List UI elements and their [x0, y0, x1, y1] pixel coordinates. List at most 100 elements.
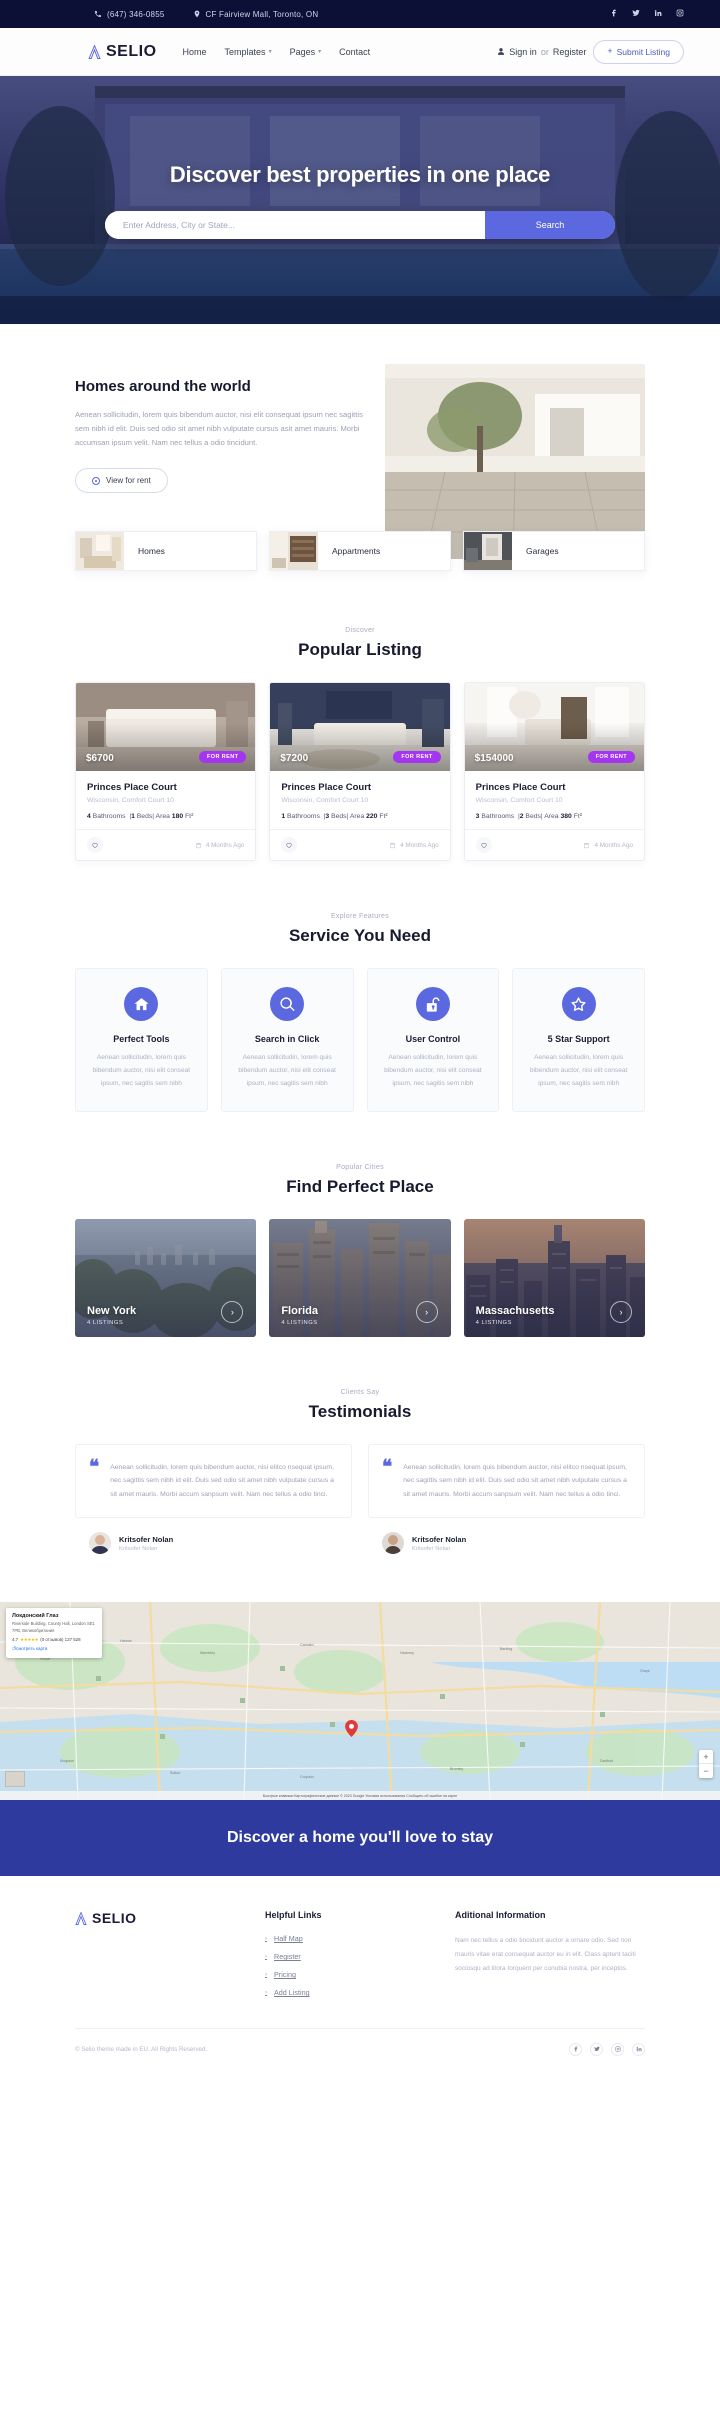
listing-card[interactable]: $154000 FOR RENT Princes Place Court Wis…: [463, 682, 645, 861]
service-name: Perfect Tools: [113, 1034, 170, 1044]
arrow-right-icon[interactable]: ›: [609, 1300, 632, 1323]
hero-title: Discover best properties in one place: [169, 161, 551, 187]
map-place-card[interactable]: Локдонский Глаз Riverside Building, Coun…: [6, 1608, 102, 1658]
instagram-icon[interactable]: [611, 2042, 624, 2056]
listing-age: 4 Months Ago: [195, 842, 244, 849]
map-section[interactable]: Pinner Harrow Wembley Camden Hackney Barking…: [0, 1602, 720, 1801]
search-button[interactable]: Search: [485, 210, 615, 239]
or-separator: or: [540, 46, 549, 57]
twitter-icon[interactable]: [632, 9, 640, 19]
city-card-massachusetts[interactable]: Massachusetts 4 LISTINGS ›: [463, 1218, 645, 1337]
area-value: 380: [560, 813, 572, 820]
facebook-icon[interactable]: [569, 2042, 582, 2056]
arrow-right-icon[interactable]: ›: [415, 1300, 438, 1323]
service-desc: Aenean sollicitudin, lorem quis bibendum…: [92, 1054, 191, 1087]
zoom-out-button[interactable]: −: [699, 1764, 713, 1778]
area-unit: Ft²: [379, 813, 388, 820]
nav-item-pages[interactable]: Pages ▾: [290, 47, 322, 57]
footer-logo[interactable]: SELIO: [75, 1910, 265, 1926]
phone-contact[interactable]: (647) 346-0855: [94, 10, 165, 19]
hero-search-bar: Search: [105, 210, 615, 239]
map-marker-icon[interactable]: [345, 1720, 358, 1738]
main-navbar: SELIO Home Templates ▾ Pages ▾ Contact Sig…: [0, 28, 720, 76]
view-for-rent-button[interactable]: View for rent: [75, 468, 168, 494]
city-card-florida[interactable]: Florida 4 LISTINGS ›: [269, 1218, 451, 1337]
city-listing-count: 4 LISTINGS: [281, 1319, 318, 1326]
favorite-button[interactable]: [281, 837, 298, 853]
service-name: User Control: [405, 1034, 461, 1044]
footer-brand-name: SELIO: [92, 1910, 137, 1927]
home-icon: [124, 987, 159, 1021]
arrow-right-icon[interactable]: ›: [221, 1300, 244, 1323]
listing-image: $154000 FOR RENT: [464, 683, 644, 771]
category-card-garages[interactable]: Garages: [463, 531, 645, 571]
page-root: (647) 346-0855 CF Fairview Mall, Toronto…: [0, 0, 720, 2070]
footer-link-half-map[interactable]: › Half Map: [265, 1934, 455, 1943]
zoom-in-button[interactable]: +: [699, 1750, 713, 1765]
star-icon: [561, 987, 596, 1021]
city-card-new-york[interactable]: New York 4 LISTINGS ›: [75, 1218, 257, 1337]
footer-additional-text: Nam nec tellus a odio tincidunt auctor a…: [455, 1937, 636, 1972]
beds-label: Beds: [136, 813, 153, 820]
brand-logo[interactable]: SELIO: [88, 43, 157, 61]
heart-icon: [481, 843, 487, 848]
brand-name: SELIO: [106, 42, 157, 60]
testimonial-authors: Kritsofer Nolan Kritsofer Nolan Kritsofe…: [75, 1532, 645, 1555]
footer-link-register[interactable]: › Register: [265, 1952, 455, 1961]
listing-title-text: Princes Place Court: [281, 782, 372, 793]
popular-listing-section: Discover Popular Listing $6700 FOR RENT: [0, 571, 720, 861]
footer-link-pricing[interactable]: › Pricing: [265, 1970, 455, 1979]
map-more-link[interactable]: টেсмотреть карта: [12, 1646, 96, 1653]
map-canvas: Pinner Harrow Wembley Camden Hackney Barking…: [0, 1602, 720, 1801]
listing-image: $7200 FOR RENT: [270, 683, 450, 771]
cities-title: Find Perfect Place: [286, 1176, 434, 1196]
address-contact[interactable]: CF Fairview Mall, Toronto, ON: [193, 10, 319, 19]
category-card-appartments[interactable]: Appartments: [269, 531, 451, 571]
favorite-button[interactable]: [475, 837, 492, 853]
heart-icon: [286, 843, 292, 848]
listing-cards: $6700 FOR RENT Princes Place Court Wisco…: [75, 682, 645, 861]
map-attribution: Быстрые клавиши Картографические данные …: [0, 1791, 720, 1801]
bathrooms-label: Bathrooms: [287, 813, 320, 820]
category-label: Garages: [526, 546, 559, 556]
service-card-user-control[interactable]: User Control Aenean sollicitudin, lorem …: [366, 968, 500, 1112]
city-info: Florida 4 LISTINGS: [281, 1305, 318, 1326]
category-card-homes[interactable]: Homes: [75, 531, 257, 571]
instagram-icon[interactable]: [676, 9, 684, 19]
homes-section: Homes around the world Aenean sollicitud…: [0, 324, 720, 571]
top-bar-socials: [610, 9, 684, 19]
footer-link-label: Pricing: [274, 1970, 296, 1980]
twitter-icon[interactable]: [590, 2042, 603, 2056]
linkedin-icon[interactable]: [632, 2042, 645, 2056]
city-name: Florida: [281, 1304, 318, 1317]
street-view-thumbnail[interactable]: [5, 1771, 25, 1788]
sign-in-link[interactable]: Sign in: [509, 47, 537, 57]
selio-triangle-icon: [88, 44, 101, 59]
bathrooms-count: 1: [281, 813, 286, 820]
category-label: Appartments: [332, 546, 381, 556]
service-card-perfect-tools[interactable]: Perfect Tools Aenean sollicitudin, lorem…: [75, 968, 208, 1112]
nav-item-contact[interactable]: Contact: [339, 47, 370, 57]
favorite-button[interactable]: [87, 837, 103, 853]
author-role: Kritsofer Nolan: [412, 1545, 451, 1552]
register-link[interactable]: Register: [553, 47, 587, 57]
heart-icon: [92, 843, 98, 848]
listing-card[interactable]: $7200 FOR RENT Princes Place Court Wisco…: [269, 682, 451, 861]
nav-item-home[interactable]: Home: [183, 47, 207, 57]
listing-age: 4 Months Ago: [389, 842, 439, 849]
category-thumb: [464, 532, 512, 570]
linkedin-icon[interactable]: [654, 9, 662, 19]
submit-listing-button[interactable]: + Submit Listing: [593, 39, 684, 64]
listing-card[interactable]: $6700 FOR RENT Princes Place Court Wisco…: [75, 682, 257, 861]
service-card-5-star-support[interactable]: 5 Star Support Aenean sollicitudin, lore…: [512, 968, 645, 1112]
footer-link-add-listing[interactable]: › Add Listing: [265, 1988, 455, 1997]
city-cards: New York 4 LISTINGS › Florida 4 LISTINGS…: [75, 1218, 645, 1337]
facebook-icon[interactable]: [610, 9, 618, 19]
bathrooms-label: Bathrooms: [92, 813, 126, 820]
top-bar: (647) 346-0855 CF Fairview Mall, Toronto…: [0, 0, 720, 28]
category-label: Homes: [138, 546, 165, 556]
nav-item-templates[interactable]: Templates ▾: [225, 47, 272, 57]
testimonial-card: ❝ Aenean sollicitudin, lorem quis bibend…: [368, 1443, 645, 1519]
search-input[interactable]: [105, 210, 485, 239]
service-card-search-in-click[interactable]: Search in Click Aenean sollicitudin, lor…: [220, 968, 354, 1112]
